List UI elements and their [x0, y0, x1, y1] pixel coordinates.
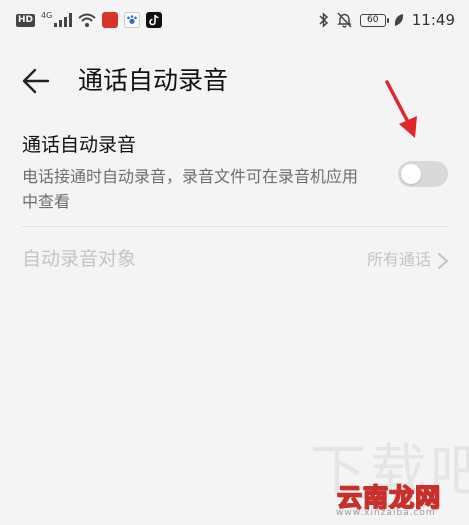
annotation-arrow-icon	[385, 80, 417, 138]
toggle-knob	[401, 164, 421, 184]
battery-icon: 60	[359, 13, 389, 27]
status-left-group: HD 4G	[16, 10, 163, 28]
tiktok-icon	[146, 12, 163, 28]
clock: 11:49	[411, 11, 455, 29]
page-title: 通话自动录音	[78, 66, 229, 95]
battery-level: 60	[367, 14, 379, 25]
record-target-value: 所有通话	[366, 250, 431, 269]
mute-bell-icon	[337, 12, 352, 28]
status-bar: HD 4G 60 11:49	[0, 0, 469, 42]
back-arrow-icon[interactable]	[20, 65, 52, 97]
hd-badge: HD	[16, 13, 36, 27]
watermark-url: www.xinzaiba.com	[336, 508, 436, 518]
bluetooth-icon	[319, 12, 328, 28]
app-notification-icon-paw	[124, 12, 141, 28]
wifi-icon	[78, 13, 96, 27]
chevron-right-icon	[438, 253, 448, 269]
auto-record-description: 电话接通时自动录音，录音文件可在录音机应用中查看	[22, 167, 359, 211]
signal-icon	[54, 13, 73, 27]
auto-record-title: 通话自动录音	[22, 134, 137, 156]
network-type: 4G	[41, 10, 53, 20]
divider	[22, 226, 448, 227]
app-notification-icon-red	[102, 12, 119, 28]
auto-record-toggle[interactable]	[398, 161, 448, 187]
record-target-label: 自动录音对象	[22, 248, 137, 270]
status-right-group: 60 11:49	[319, 11, 455, 29]
record-target-row[interactable]: 自动录音对象 所有通话	[0, 236, 469, 284]
leaf-icon	[394, 14, 403, 26]
